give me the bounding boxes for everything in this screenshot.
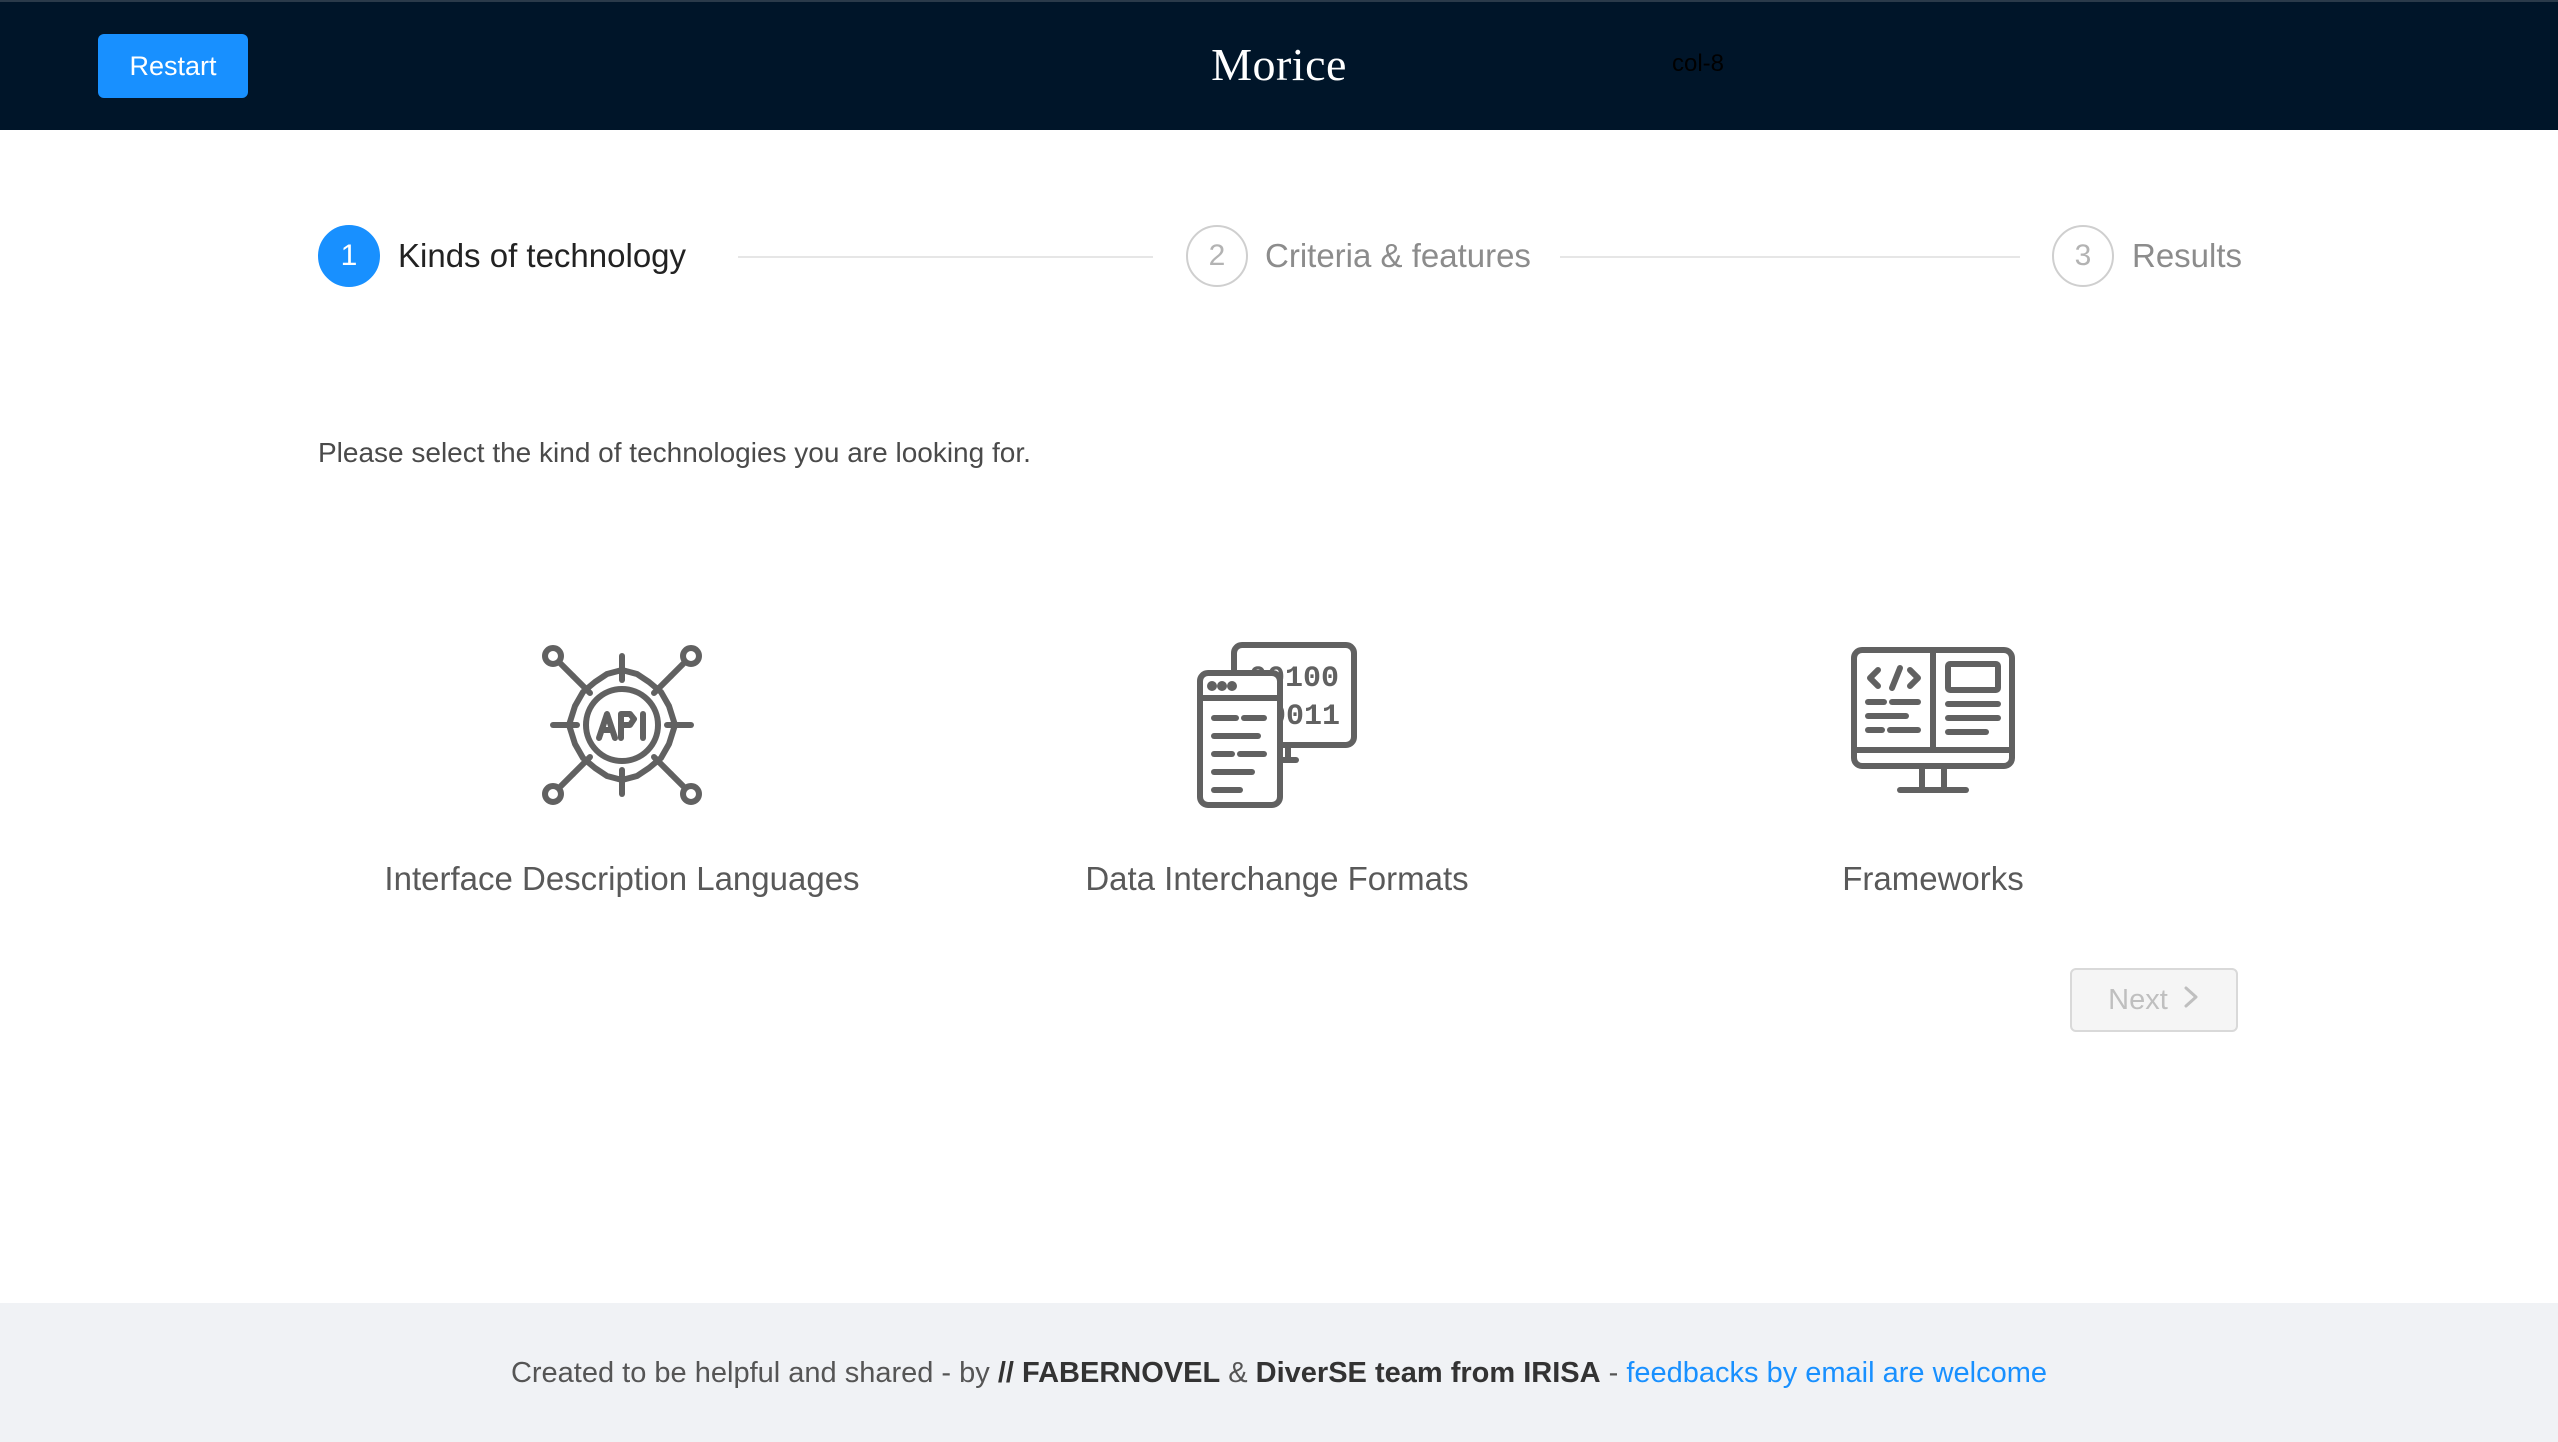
step-connector-1	[738, 256, 1153, 258]
footer-dash: -	[1600, 1357, 1627, 1389]
next-button[interactable]: Next	[2070, 968, 2238, 1032]
api-gear-icon	[537, 640, 707, 810]
option-interface-description-languages[interactable]: Interface Description Languages	[342, 640, 902, 910]
option-label: Data Interchange Formats	[1085, 860, 1469, 897]
footer-org-fabernovel: // FABERNOVEL	[997, 1357, 1221, 1389]
feedback-email-link[interactable]: feedbacks by email are welcome	[1626, 1357, 2047, 1389]
steps-progress: 1 Kinds of technology 2 Criteria & featu…	[0, 225, 2558, 291]
code-monitor-icon	[1848, 640, 2018, 810]
data-documents-icon: 00100 0011	[1192, 640, 1362, 810]
option-label: Frameworks	[1842, 860, 2024, 897]
step-1-number: 1	[318, 225, 380, 287]
step-3-title: Results	[2132, 237, 2243, 274]
step-2-title: Criteria & features	[1265, 237, 1531, 274]
step-1-title: Kinds of technology	[398, 237, 687, 274]
selection-prompt: Please select the kind of technologies y…	[318, 437, 1031, 468]
step-3-number: 3	[2052, 225, 2114, 287]
step-connector-2	[1560, 256, 2020, 258]
step-2-number: 2	[1186, 225, 1248, 287]
brand-title: Morice	[1211, 39, 1347, 90]
option-data-interchange-formats[interactable]: 00100 0011 Data Interchange Formats	[997, 640, 1557, 910]
option-frameworks[interactable]: Frameworks	[1653, 640, 2213, 910]
top-header: Restart Morice col-8	[0, 0, 2558, 130]
footer-org-diverse: DiverSE team from IRISA	[1255, 1357, 1601, 1389]
ghost-text: col-8	[1672, 50, 1725, 77]
chevron-right-icon	[2182, 970, 2200, 1030]
footer-prefix: Created to be helpful and shared - by	[510, 1357, 998, 1389]
footer-amp: &	[1220, 1357, 1256, 1389]
option-label: Interface Description Languages	[384, 860, 860, 897]
next-label: Next	[2108, 984, 2168, 1016]
page-footer: Created to be helpful and shared - by //…	[0, 1303, 2558, 1442]
